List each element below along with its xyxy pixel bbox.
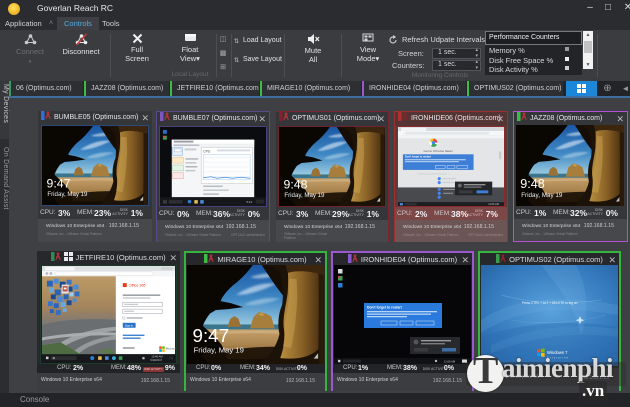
svg-text:Sign in: Sign in — [125, 324, 134, 328]
svg-text:Microsoft: Microsoft — [166, 346, 176, 350]
svg-text:9:48: 9:48 — [284, 178, 308, 192]
svg-text:Friday, May 19: Friday, May 19 — [521, 192, 563, 199]
svg-text:Office 365: Office 365 — [129, 284, 146, 288]
svg-text:Friday, May 19: Friday, May 19 — [194, 346, 244, 355]
svg-text:Friday, May 19: Friday, May 19 — [47, 191, 88, 198]
svg-text:Press CTRL + ALT + DELETE to l: Press CTRL + ALT + DELETE to log on — [522, 301, 578, 305]
svg-text:11:06 AM: 11:06 AM — [488, 203, 499, 206]
svg-text:9:47: 9:47 — [193, 325, 230, 346]
svg-text:Get to Chrome faster: Get to Chrome faster — [424, 149, 453, 153]
svg-text:CPU: CPU — [203, 149, 211, 153]
svg-text:5/19/2017: 5/19/2017 — [150, 358, 162, 362]
svg-text:5:12: 5:12 — [246, 200, 252, 204]
svg-text:Don't forget to restart: Don't forget to restart — [367, 306, 403, 310]
svg-text:9:47: 9:47 — [47, 177, 71, 191]
svg-text:Friday, May 19: Friday, May 19 — [284, 192, 325, 199]
svg-text:9:48: 9:48 — [520, 177, 545, 191]
svg-text:Don't forget to restart: Don't forget to restart — [405, 156, 431, 159]
